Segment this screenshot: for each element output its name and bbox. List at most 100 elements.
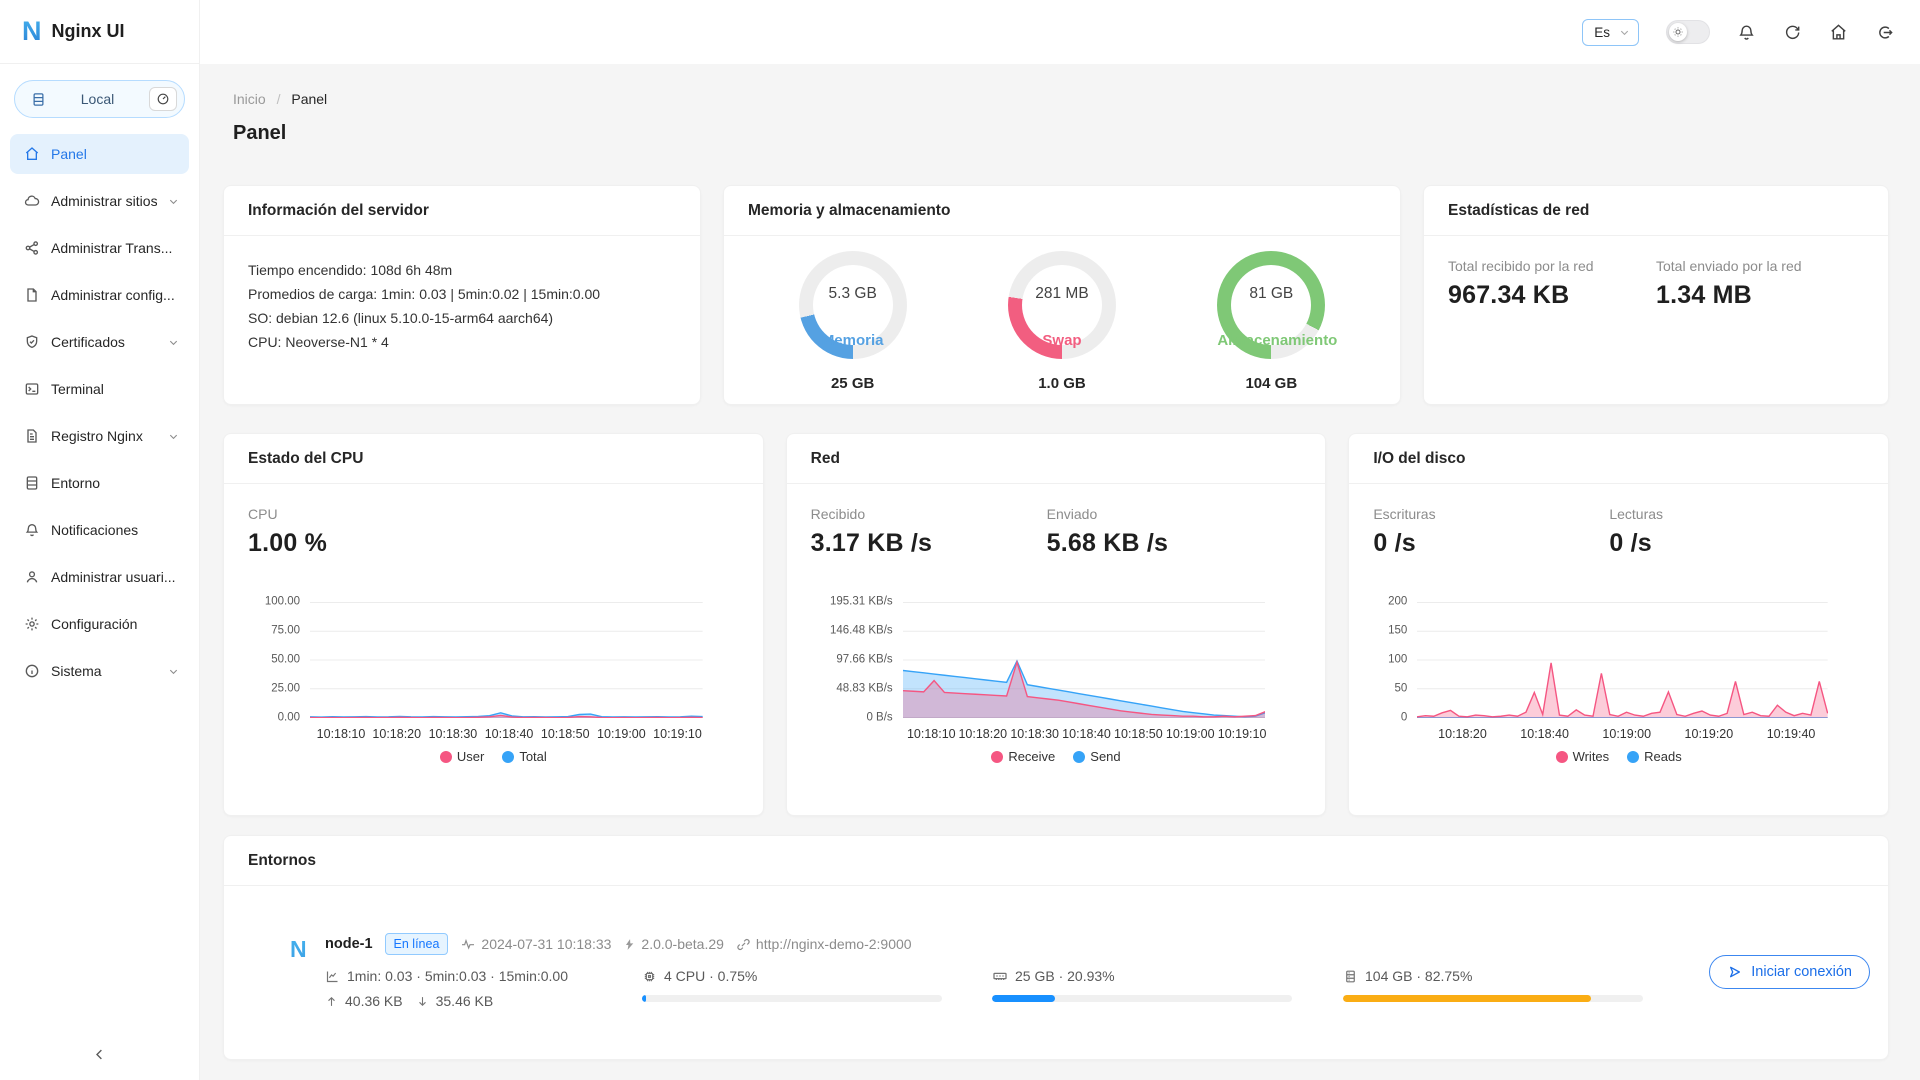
sidebar-item-entorno[interactable]: Entorno bbox=[10, 463, 189, 503]
share-icon bbox=[24, 240, 40, 256]
sidebar-item-notificaciones[interactable]: Notificaciones bbox=[10, 510, 189, 550]
node-load: 1min: 0.03 · 5min:0.03 · 15min:0.00 bbox=[347, 968, 568, 984]
server-info-card: Información del servidor Tiempo encendid… bbox=[223, 185, 701, 405]
memory-gauge: 5.3 GB Memoria 25 GB bbox=[768, 251, 938, 392]
breadcrumb-inicio[interactable]: Inicio bbox=[233, 91, 266, 107]
top-bar: Es bbox=[200, 0, 1920, 64]
node-disk-column: 104 GB · 82.75% bbox=[1343, 965, 1643, 1012]
page-title: Panel bbox=[233, 122, 1889, 145]
sun-icon bbox=[1669, 23, 1687, 41]
info-icon bbox=[24, 663, 40, 679]
connect-button[interactable]: Iniciar conexión bbox=[1709, 955, 1870, 989]
chevron-left-icon bbox=[92, 1047, 107, 1062]
os-line: SO: debian 12.6 (linux 5.10.0-15-arm64 a… bbox=[248, 306, 676, 330]
sidebar-item-panel[interactable]: Panel bbox=[10, 134, 189, 174]
file-icon bbox=[24, 287, 40, 303]
upload-arrow-icon bbox=[325, 995, 338, 1008]
swap-used-value: 281 MB bbox=[1008, 285, 1116, 303]
sidebar-item-certificados[interactable]: Certificados bbox=[10, 322, 189, 362]
sidebar-item-terminal[interactable]: Terminal bbox=[10, 369, 189, 409]
cpu-chip-icon bbox=[642, 969, 657, 984]
net-total-received: Total recibido por la red 967.34 KB bbox=[1448, 258, 1656, 310]
node-memory-label: 25 GB · 20.93% bbox=[1015, 968, 1115, 984]
environment-name: Local bbox=[54, 91, 141, 107]
app-logo[interactable]: N Nginx UI bbox=[0, 0, 199, 64]
link-icon bbox=[736, 937, 751, 952]
pulse-icon bbox=[460, 936, 476, 952]
environment-node-row: N node-1 En línea 2024-07-31 10:18:33 bbox=[224, 886, 1888, 1012]
breadcrumb-panel: Panel bbox=[291, 91, 327, 107]
net-total-sent: Total enviado por la red 1.34 MB bbox=[1656, 258, 1864, 310]
memory-total: 25 GB bbox=[831, 375, 874, 392]
ram-icon bbox=[992, 968, 1008, 984]
sidebar-item-configuracion[interactable]: Configuración bbox=[10, 604, 189, 644]
node-last-seen: 2024-07-31 10:18:33 bbox=[460, 936, 611, 952]
node-cpu-label: 4 CPU · 0.75% bbox=[664, 968, 757, 984]
swap-total: 1.0 GB bbox=[1038, 375, 1086, 392]
dashboard-gauge-button[interactable] bbox=[149, 87, 177, 111]
theme-toggle[interactable] bbox=[1666, 20, 1710, 44]
node-cpu-column: 4 CPU · 0.75% bbox=[642, 965, 992, 1012]
download-arrow-icon bbox=[416, 995, 429, 1008]
server-icon bbox=[24, 475, 40, 491]
sidebar-item-registro-nginx[interactable]: Registro Nginx bbox=[10, 416, 189, 456]
gear-icon bbox=[24, 616, 40, 632]
environments-card: Entornos N node-1 En línea 2024-07-31 10… bbox=[223, 835, 1889, 1060]
cpu-usage-stat: CPU 1.00 % bbox=[248, 506, 484, 558]
sidebar-item-sistema[interactable]: Sistema bbox=[10, 651, 189, 691]
environment-switcher[interactable]: Local bbox=[14, 80, 185, 118]
home-icon[interactable] bbox=[1829, 23, 1848, 42]
memory-used-value: 5.3 GB bbox=[799, 285, 907, 303]
main-content: Inicio / Panel Panel Información del ser… bbox=[200, 64, 1920, 1080]
chevron-down-icon bbox=[1619, 27, 1630, 38]
network-stats-card: Estadísticas de red Total recibido por l… bbox=[1423, 185, 1889, 405]
sidebar-item-administrar-transmisiones[interactable]: Administrar Trans... bbox=[10, 228, 189, 268]
logout-icon[interactable] bbox=[1875, 23, 1894, 42]
sidebar-collapse-button[interactable] bbox=[0, 1033, 199, 1080]
sidebar: N Nginx UI Local Panel Administrar sitio… bbox=[0, 0, 200, 1080]
nginx-node-logo-icon: N bbox=[290, 936, 312, 1012]
storage-used-value: 81 GB bbox=[1217, 285, 1325, 303]
chevron-down-icon bbox=[168, 666, 179, 677]
cpu-chart: 100.0075.0050.0025.000.0010:18:1010:18:2… bbox=[248, 602, 739, 764]
cpu-progress-bar bbox=[642, 995, 942, 1002]
sidebar-item-administrar-usuarios[interactable]: Administrar usuari... bbox=[10, 557, 189, 597]
memory-storage-card: Memoria y almacenamiento 5.3 GB Memoria … bbox=[723, 185, 1401, 405]
home-icon bbox=[24, 146, 40, 162]
net-received-stat: Recibido 3.17 KB /s bbox=[811, 506, 1047, 558]
app-root: N Nginx UI Local Panel Administrar sitio… bbox=[0, 0, 1920, 1080]
cpu-line: CPU: Neoverse-N1 * 4 bbox=[248, 330, 676, 354]
chevron-down-icon bbox=[168, 196, 179, 207]
sidebar-item-administrar-configuraciones[interactable]: Administrar config... bbox=[10, 275, 189, 315]
chart-line-icon bbox=[325, 969, 340, 984]
language-value: Es bbox=[1594, 25, 1610, 40]
chevron-down-icon bbox=[168, 337, 179, 348]
disk-progress-bar bbox=[1343, 995, 1643, 1002]
chevron-down-icon bbox=[168, 431, 179, 442]
network-chart: 195.31 KB/s146.48 KB/s97.66 KB/s48.83 KB… bbox=[811, 602, 1302, 764]
swap-gauge: 281 MB Swap 1.0 GB bbox=[977, 251, 1147, 392]
lightning-icon bbox=[623, 938, 636, 951]
reload-icon[interactable] bbox=[1783, 23, 1802, 42]
shield-check-icon bbox=[24, 334, 40, 350]
node-version: 2.0.0-beta.29 bbox=[623, 936, 724, 952]
node-url[interactable]: http://nginx-demo-2:9000 bbox=[736, 936, 912, 952]
bell-icon bbox=[24, 522, 40, 538]
cloud-icon bbox=[24, 193, 40, 209]
disk-io-card: I/O del disco Escrituras 0 /s Lecturas 0… bbox=[1348, 433, 1889, 816]
notifications-bell-icon[interactable] bbox=[1737, 23, 1756, 42]
language-select[interactable]: Es bbox=[1582, 19, 1639, 46]
net-sent-stat: Enviado 5.68 KB /s bbox=[1047, 506, 1283, 558]
send-icon bbox=[1727, 964, 1743, 980]
gauge-icon bbox=[156, 92, 170, 106]
disk-reads-stat: Lecturas 0 /s bbox=[1609, 506, 1845, 558]
status-badge: En línea bbox=[385, 933, 449, 955]
disk-chart: 20015010050010:18:2010:18:4010:19:0010:1… bbox=[1373, 602, 1864, 764]
log-file-icon bbox=[24, 428, 40, 444]
sidebar-item-administrar-sitios[interactable]: Administrar sitios bbox=[10, 181, 189, 221]
user-icon bbox=[24, 569, 40, 585]
disk-icon bbox=[1343, 969, 1358, 984]
app-title: Nginx UI bbox=[52, 21, 125, 42]
network-card: Red Recibido 3.17 KB /s Enviado 5.68 KB … bbox=[786, 433, 1327, 816]
loadavg-line: Promedios de carga: 1min: 0.03 | 5min:0.… bbox=[248, 282, 676, 306]
